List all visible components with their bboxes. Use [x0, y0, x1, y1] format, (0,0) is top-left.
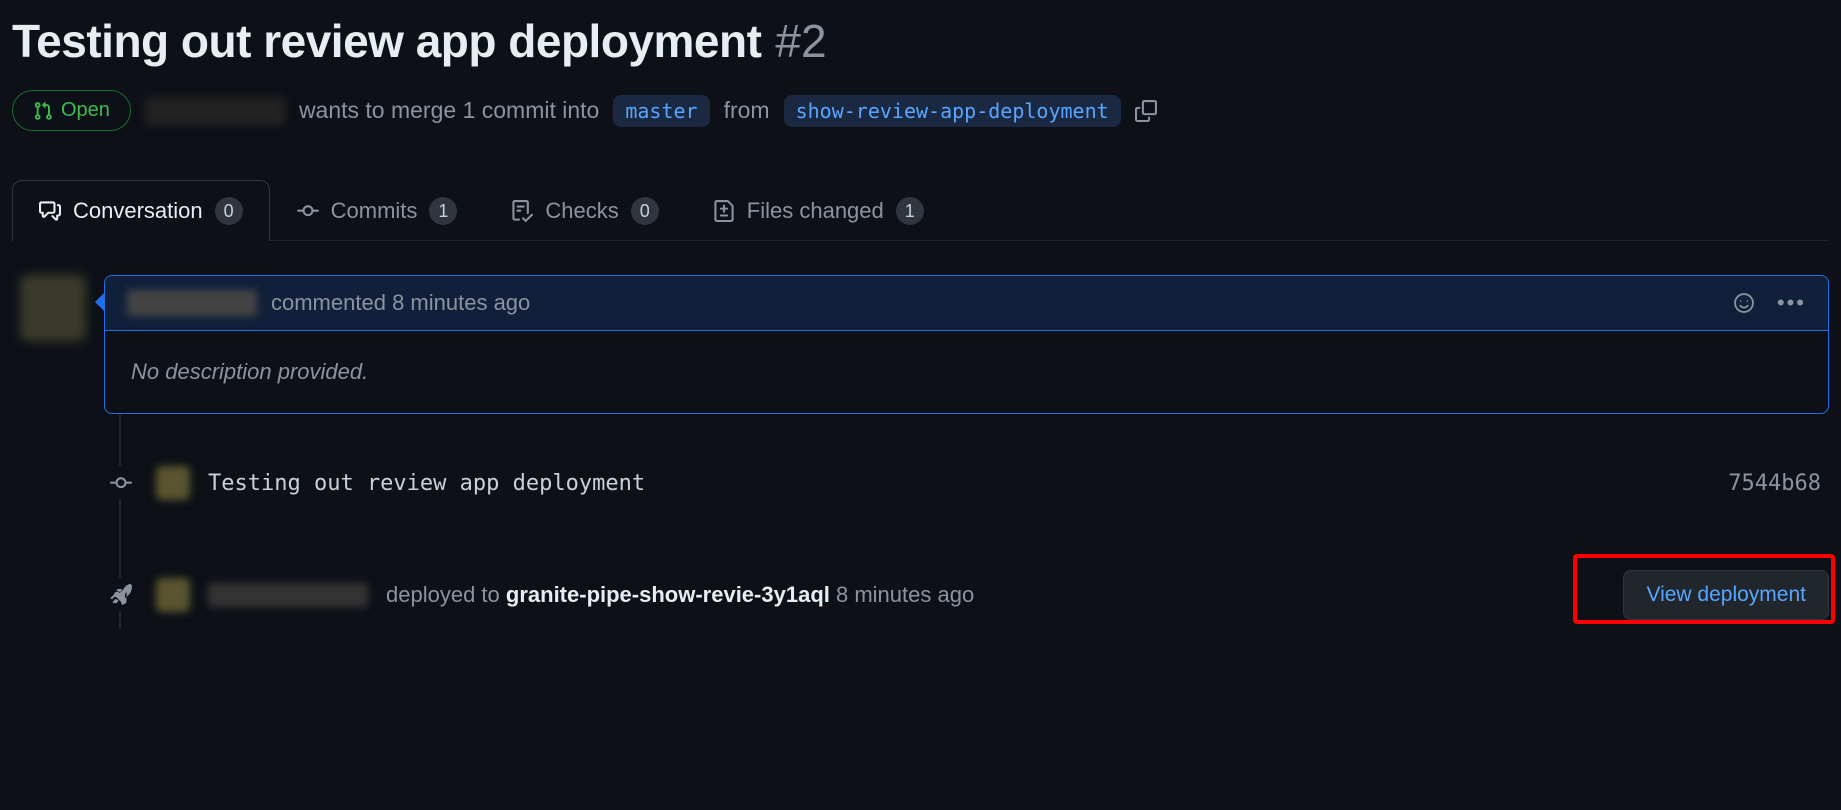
view-deployment-button[interactable]: View deployment [1623, 570, 1829, 620]
comment-body: No description provided. [105, 331, 1828, 413]
file-diff-icon [713, 200, 735, 222]
rocket-icon [110, 584, 132, 606]
deploy-author-redacted[interactable] [208, 583, 368, 607]
deploy-event-icon [104, 578, 138, 612]
tab-commits-label: Commits [331, 198, 418, 224]
from-text: from [724, 97, 770, 124]
commit-event-icon [104, 466, 138, 500]
deploy-author-avatar[interactable] [156, 578, 190, 612]
deploy-text: deployed to granite-pipe-show-revie-3y1a… [386, 582, 974, 608]
comment-author-redacted[interactable] [127, 290, 257, 316]
commented-label: commented 8 minutes ago [271, 290, 530, 316]
pr-number: #2 [775, 14, 826, 68]
pr-title-row: Testing out review app deployment #2 [12, 14, 1829, 68]
copy-icon[interactable] [1135, 100, 1157, 122]
pr-title: Testing out review app deployment [12, 14, 761, 68]
state-label: Open [61, 99, 110, 122]
commit-author-avatar[interactable] [156, 466, 190, 500]
tab-checks-count: 0 [631, 197, 659, 225]
timeline: commented 8 minutes ago ••• No descripti… [12, 275, 1829, 628]
pr-description-comment: commented 8 minutes ago ••• No descripti… [104, 275, 1829, 414]
git-commit-icon [297, 200, 319, 222]
smiley-icon[interactable] [1733, 292, 1755, 314]
git-pull-request-icon [33, 101, 53, 121]
base-branch[interactable]: master [613, 95, 709, 127]
tab-files-count: 1 [896, 197, 924, 225]
checklist-icon [511, 200, 533, 222]
commit-sha[interactable]: 7544b68 [1728, 471, 1829, 496]
pr-meta-row: Open wants to merge 1 commit into master… [12, 90, 1829, 131]
tab-checks[interactable]: Checks 0 [484, 180, 685, 241]
deployment-event: deployed to granite-pipe-show-revie-3y1a… [104, 542, 1829, 628]
tab-files-label: Files changed [747, 198, 884, 224]
kebab-menu-icon[interactable]: ••• [1777, 290, 1806, 316]
tab-files-changed[interactable]: Files changed 1 [686, 180, 951, 241]
tab-conversation-label: Conversation [73, 198, 203, 224]
pr-tabs: Conversation 0 Commits 1 Checks 0 Files … [12, 179, 1829, 241]
tab-checks-label: Checks [545, 198, 618, 224]
commit-message[interactable]: Testing out review app deployment [208, 471, 645, 496]
git-commit-icon [110, 472, 132, 494]
state-badge-open: Open [12, 90, 131, 131]
tab-conversation[interactable]: Conversation 0 [12, 180, 270, 241]
tab-commits[interactable]: Commits 1 [270, 180, 485, 241]
pr-author-redacted [145, 97, 285, 125]
comment-header: commented 8 minutes ago ••• [105, 276, 1828, 331]
comment-author-avatar[interactable] [20, 275, 86, 341]
head-branch[interactable]: show-review-app-deployment [784, 95, 1121, 127]
tab-conversation-count: 0 [215, 197, 243, 225]
commit-event: Testing out review app deployment 7544b6… [104, 444, 1829, 522]
timeline-thread: Testing out review app deployment 7544b6… [104, 414, 1829, 628]
deploy-environment[interactable]: granite-pipe-show-revie-3y1aql [506, 582, 830, 607]
comment-discussion-icon [39, 200, 61, 222]
tab-commits-count: 1 [429, 197, 457, 225]
merge-text: wants to merge 1 commit into [299, 97, 599, 124]
